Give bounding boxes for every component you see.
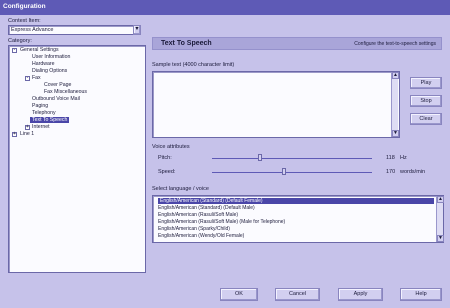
scroll-down-icon[interactable]: ▼ — [437, 235, 444, 242]
clear-button[interactable]: Clear — [410, 113, 442, 125]
collapse-icon[interactable]: - — [25, 76, 30, 81]
scroll-up-icon[interactable]: ▲ — [437, 196, 444, 203]
context-select[interactable]: Express Advance — [8, 25, 140, 35]
tree-item-paging[interactable]: Paging — [32, 103, 48, 109]
tree-item-fax-miscellaneous[interactable]: Fax Miscellaneous — [44, 89, 87, 95]
configuration-dialog: Configuration Context Item: Express Adva… — [0, 0, 450, 308]
context-select-value: Express Advance — [11, 27, 54, 33]
section-header: Text To Speech Configure the text-to-spe… — [152, 37, 442, 50]
pitch-slider-thumb[interactable] — [258, 154, 262, 161]
pitch-unit: Hz — [400, 155, 407, 161]
speed-unit: words/min — [400, 169, 426, 175]
window-title: Configuration — [3, 3, 46, 10]
pitch-label: Pitch: — [158, 155, 172, 161]
voice-item[interactable]: English/American (Rasuli/Soft Male) — [158, 212, 238, 218]
speed-value: 170 — [386, 169, 396, 175]
section-title: Text To Speech — [161, 40, 212, 47]
pitch-value: 118 — [386, 155, 395, 161]
tree-item-text-to-speech[interactable]: Text To Speech — [30, 117, 70, 123]
tree-item-general-settings[interactable]: General Settings — [20, 47, 59, 53]
speed-label: Speed: — [158, 169, 176, 175]
sample-scrollbar[interactable]: ▲ ▼ — [391, 72, 399, 137]
help-button[interactable]: Help — [400, 288, 442, 301]
voice-attributes-label: Voice attributes — [152, 144, 190, 150]
tree-item-telephony[interactable]: Telephony — [32, 110, 56, 116]
expand-icon[interactable]: + — [12, 132, 17, 137]
voice-list-label: Select language / voice — [152, 186, 209, 192]
tree-item-user-information[interactable]: User Information — [32, 54, 70, 60]
tree-item-dialing-options[interactable]: Dialing Options — [32, 68, 67, 74]
voice-list-scrollbar[interactable]: ▲ ▼ — [436, 196, 444, 242]
voice-item[interactable]: English/American (Sparky/Child) — [158, 226, 230, 232]
stop-button[interactable]: Stop — [410, 95, 442, 107]
title-bar: Configuration — [0, 0, 450, 15]
tree-item-internet[interactable]: Internet — [32, 124, 50, 130]
category-label: Category: — [8, 38, 32, 44]
voice-item[interactable]: English/American (Wendy/Old Female) — [158, 233, 244, 239]
speed-slider-track[interactable] — [212, 172, 372, 173]
voice-item[interactable]: English/American (Standard) (Default Mal… — [158, 205, 255, 211]
pitch-slider-track[interactable] — [212, 158, 372, 159]
apply-button[interactable]: Apply — [338, 288, 383, 301]
play-button[interactable]: Play — [410, 77, 442, 89]
cancel-button[interactable]: Cancel — [275, 288, 320, 301]
tree-item-fax[interactable]: Fax — [32, 75, 41, 81]
voice-item[interactable]: English/American (Standard) (Default Fem… — [158, 198, 434, 204]
collapse-icon[interactable]: - — [12, 48, 17, 53]
scroll-up-icon[interactable]: ▲ — [392, 72, 399, 79]
speed-slider-thumb[interactable] — [282, 168, 286, 175]
tree-item-outbound-voice-mail[interactable]: Outbound Voice Mail — [32, 96, 80, 102]
expand-icon[interactable]: + — [25, 125, 30, 130]
context-label: Context Item: — [8, 18, 41, 24]
chevron-down-icon: ▼ — [134, 26, 140, 32]
sample-text-label: Sample text (4000 character limit) — [152, 62, 235, 68]
ok-button[interactable]: OK — [220, 288, 258, 301]
section-subtitle: Configure the text-to-speech settings — [354, 41, 436, 47]
sample-text-area[interactable] — [152, 71, 400, 138]
scroll-down-icon[interactable]: ▼ — [392, 130, 399, 137]
context-dropdown-button[interactable]: ▼ — [133, 25, 141, 35]
tree-item-line-1[interactable]: Line 1 — [20, 131, 34, 137]
voice-item[interactable]: English/American (Rasuli/Soft Male) (Mal… — [158, 219, 285, 225]
tree-item-cover-page[interactable]: Cover Page — [44, 82, 71, 88]
tree-item-hardware[interactable]: Hardware — [32, 61, 55, 67]
